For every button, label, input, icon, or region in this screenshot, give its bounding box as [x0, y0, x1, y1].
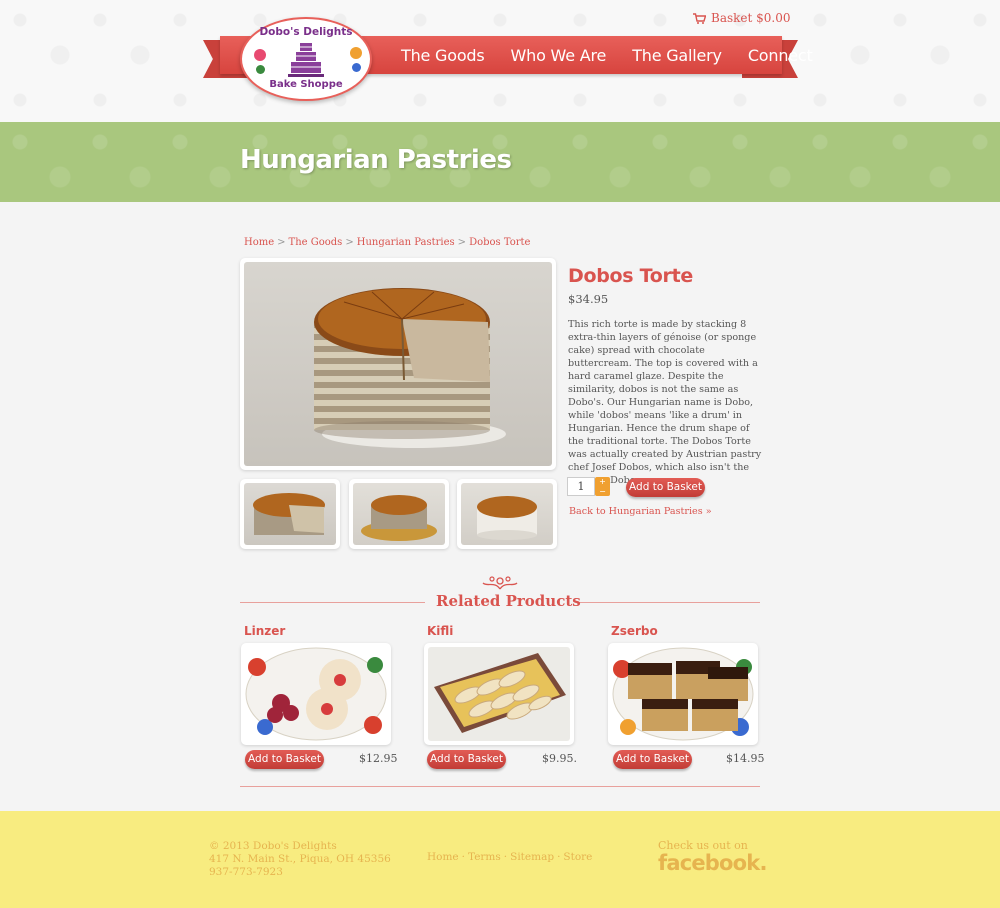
dobos-torte-photo — [244, 262, 552, 466]
breadcrumb-separator: > — [345, 237, 354, 248]
related-divider-left — [240, 602, 425, 603]
zserbo-photo — [612, 647, 754, 741]
related-divider-right — [578, 602, 760, 603]
footer-address: 417 N. Main St., Piqua, OH 45356 — [209, 853, 391, 865]
related-product-price: $12.95 — [359, 752, 398, 765]
breadcrumb-current: Dobos Torte — [469, 237, 531, 248]
breadcrumb-hungarian-pastries[interactable]: Hungarian Pastries — [357, 237, 455, 248]
site-logo[interactable]: Dobo's Delights Bake Shoppe — [240, 17, 372, 101]
footer-link-sitemap[interactable]: Sitemap — [510, 851, 554, 863]
related-product-name[interactable]: Zserbo — [611, 624, 658, 638]
breadcrumb-separator: > — [277, 237, 286, 248]
thumbnail-photo — [353, 483, 445, 545]
flower-icon — [256, 65, 265, 74]
thumbnail-2[interactable] — [349, 479, 449, 549]
basket-icon — [693, 12, 706, 24]
related-product-image[interactable] — [241, 643, 391, 745]
related-product-image[interactable] — [608, 643, 758, 745]
footer-phone: 937-773-7923 — [209, 866, 283, 878]
logo-name: Dobo's Delights — [259, 26, 353, 38]
flower-icon — [350, 47, 362, 59]
related-product-name[interactable]: Linzer — [244, 624, 285, 638]
quantity-stepper: + − — [595, 477, 610, 496]
page-title: Hungarian Pastries — [240, 145, 512, 175]
footer-separator: · — [557, 851, 561, 863]
footer-link-terms[interactable]: Terms — [468, 851, 501, 863]
footer-link-store[interactable]: Store — [563, 851, 592, 863]
thumbnail-photo — [244, 483, 336, 545]
thumbnail-3[interactable] — [457, 479, 557, 549]
related-product-price: $14.95 — [726, 752, 765, 765]
quantity-down-button[interactable]: − — [595, 487, 610, 496]
product-description: This rich torte is made by stacking 8 ex… — [568, 319, 762, 486]
related-product-name[interactable]: Kifli — [427, 624, 453, 638]
product-title: Dobos Torte — [568, 265, 693, 287]
footer-separator: · — [461, 851, 465, 863]
kifli-photo — [428, 647, 570, 741]
breadcrumb-the-goods[interactable]: The Goods — [289, 237, 343, 248]
breadcrumb-separator: > — [457, 237, 467, 248]
nav-who-we-are[interactable]: Who We Are — [498, 46, 620, 65]
basket-link[interactable]: Basket $0.00 — [693, 11, 791, 25]
flower-icon — [254, 49, 266, 61]
facebook-link[interactable]: facebook. — [658, 851, 767, 875]
related-product-image[interactable] — [424, 643, 574, 745]
nav-the-goods[interactable]: The Goods — [388, 46, 498, 65]
breadcrumb-home[interactable]: Home — [244, 237, 274, 248]
breadcrumb: Home > The Goods > Hungarian Pastries > Dobos … — [244, 237, 530, 248]
tiered-cake-icon — [288, 43, 324, 77]
back-to-category-link[interactable]: Back to Hungarian Pastries » — [569, 506, 712, 517]
flower-icon — [352, 63, 361, 72]
add-to-basket-button[interactable]: Add to Basket — [613, 750, 692, 769]
footer-copyright: © 2013 Dobo's Delights — [209, 840, 337, 852]
footer-contact: © 2013 Dobo's Delights 417 N. Main St., … — [209, 840, 391, 879]
add-to-basket-button[interactable]: Add to Basket — [626, 478, 705, 497]
footer-separator: · — [503, 851, 508, 863]
nav-connect[interactable]: Connect — [735, 46, 826, 65]
quantity-input[interactable]: 1 — [567, 477, 595, 496]
basket-label: Basket $0.00 — [711, 11, 791, 25]
content-divider — [240, 786, 760, 787]
main-product-image[interactable] — [240, 258, 556, 470]
related-product-price: $9.95. — [542, 752, 577, 765]
thumbnail-1[interactable] — [240, 479, 340, 549]
thumbnail-photo — [461, 483, 553, 545]
linzer-photo — [245, 647, 387, 741]
nav-the-gallery[interactable]: The Gallery — [619, 46, 735, 65]
footer-link-home[interactable]: Home — [427, 851, 459, 863]
related-products-title: Related Products — [436, 592, 581, 610]
flourish-ornament-icon — [482, 576, 518, 590]
main-nav: The Goods Who We Are The Gallery Connect — [388, 36, 826, 74]
product-price: $34.95 — [568, 292, 609, 306]
logo-subtitle: Bake Shoppe — [269, 79, 343, 90]
add-to-basket-button[interactable]: Add to Basket — [427, 750, 506, 769]
footer-links: Home · Terms · Sitemap · Store — [427, 851, 592, 863]
quantity-up-button[interactable]: + — [595, 477, 610, 486]
add-to-basket-button[interactable]: Add to Basket — [245, 750, 324, 769]
